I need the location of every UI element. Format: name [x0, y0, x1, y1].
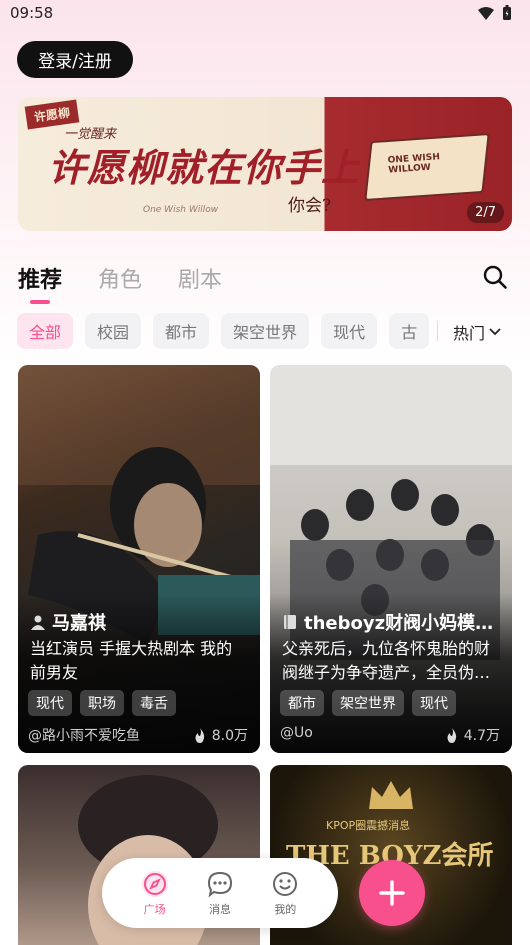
banner-card-illustration: ONE WISH WILLOW [364, 132, 490, 202]
card-author: @路小雨不爱吃鱼 [28, 728, 140, 744]
chat-icon [207, 871, 232, 897]
book-icon [284, 615, 296, 629]
battery-icon [503, 5, 511, 20]
bottom-navigation: 广场 消息 我的 [102, 858, 338, 928]
main-tabs: 推荐 角色 剧本 [18, 262, 222, 304]
feed-card[interactable]: 马嘉祺 当红演员 手握大热剧本 我的前男友 现代 职场 毒舌 @路小雨不爱吃鱼 … [18, 365, 260, 753]
login-register-button[interactable]: 登录/注册 [17, 41, 133, 78]
banner-signature: One Wish Willow [143, 205, 219, 215]
card-tags: 现代 职场 毒舌 [28, 690, 176, 716]
sort-dropdown[interactable]: 热门 [453, 320, 501, 344]
tab-scripts[interactable]: 剧本 [178, 262, 222, 294]
status-bar: 09:58 [0, 0, 530, 26]
card-title: 马嘉祺 [30, 609, 248, 635]
category-all[interactable]: 全部 [17, 313, 74, 349]
banner-title: 许愿柳就在你手上 [48, 145, 361, 190]
flame-icon [195, 727, 204, 743]
card-tag: 架空世界 [332, 690, 404, 716]
category-ancient[interactable]: 古 [389, 313, 430, 349]
category-urban[interactable]: 都市 [153, 313, 210, 349]
card-author: @Uo [280, 725, 313, 741]
category-filter-row: 全部 校园 都市 架空世界 现代 古 [17, 313, 437, 349]
category-campus[interactable]: 校园 [85, 313, 142, 349]
card-title: theboyz财阀小妈模… [282, 609, 500, 635]
banner-question: 你会? [288, 196, 332, 216]
promo-banner[interactable]: 许愿柳 一觉醒来 许愿柳就在你手上 你会? One Wish Willow ON… [18, 97, 512, 231]
banner-page-counter: 2/7 [467, 202, 504, 223]
person-icon [31, 615, 45, 630]
smile-icon [273, 871, 298, 896]
card-heat: 4.7万 [446, 725, 500, 745]
card-description: 父亲死后，九位各怀鬼胎的财阀继子为争夺遗产，全员伪… [282, 639, 491, 682]
banner-card-text: ONE WISH WILLOW [387, 152, 441, 176]
sort-label: 热门 [453, 324, 486, 343]
card-tag: 职场 [80, 690, 124, 716]
tab-characters[interactable]: 角色 [98, 262, 142, 294]
feed-card[interactable]: theboyz财阀小妈模… 父亲死后，九位各怀鬼胎的财阀继子为争夺遗产，全员伪…… [270, 365, 512, 753]
nav-plaza[interactable]: 广场 [141, 870, 169, 917]
tab-recommend[interactable]: 推荐 [18, 262, 62, 304]
compass-icon [141, 870, 168, 897]
nav-profile[interactable]: 我的 [271, 870, 299, 917]
status-time: 09:58 [10, 4, 54, 22]
chevron-down-icon [489, 328, 501, 336]
flame-icon [447, 727, 456, 743]
plus-icon [379, 880, 405, 906]
category-fictional-world[interactable]: 架空世界 [221, 313, 310, 349]
crown-icon [369, 781, 413, 809]
card-tag: 都市 [280, 690, 324, 716]
poster-subtitle: KPOP圈震撼消息 [326, 819, 411, 832]
card-description: 当红演员 手握大热剧本 我的前男友 [30, 639, 233, 682]
category-modern[interactable]: 现代 [321, 313, 378, 349]
card-heat: 8.0万 [194, 725, 248, 745]
card-tag: 毒舌 [132, 690, 176, 716]
search-icon[interactable] [482, 264, 508, 290]
nav-messages[interactable]: 消息 [206, 870, 234, 917]
card-tags: 都市 架空世界 现代 [280, 690, 456, 716]
card-tag: 现代 [412, 690, 456, 716]
category-divider [437, 321, 438, 341]
card-tag: 现代 [28, 690, 72, 716]
wifi-icon [478, 6, 494, 20]
create-button[interactable] [359, 860, 425, 926]
